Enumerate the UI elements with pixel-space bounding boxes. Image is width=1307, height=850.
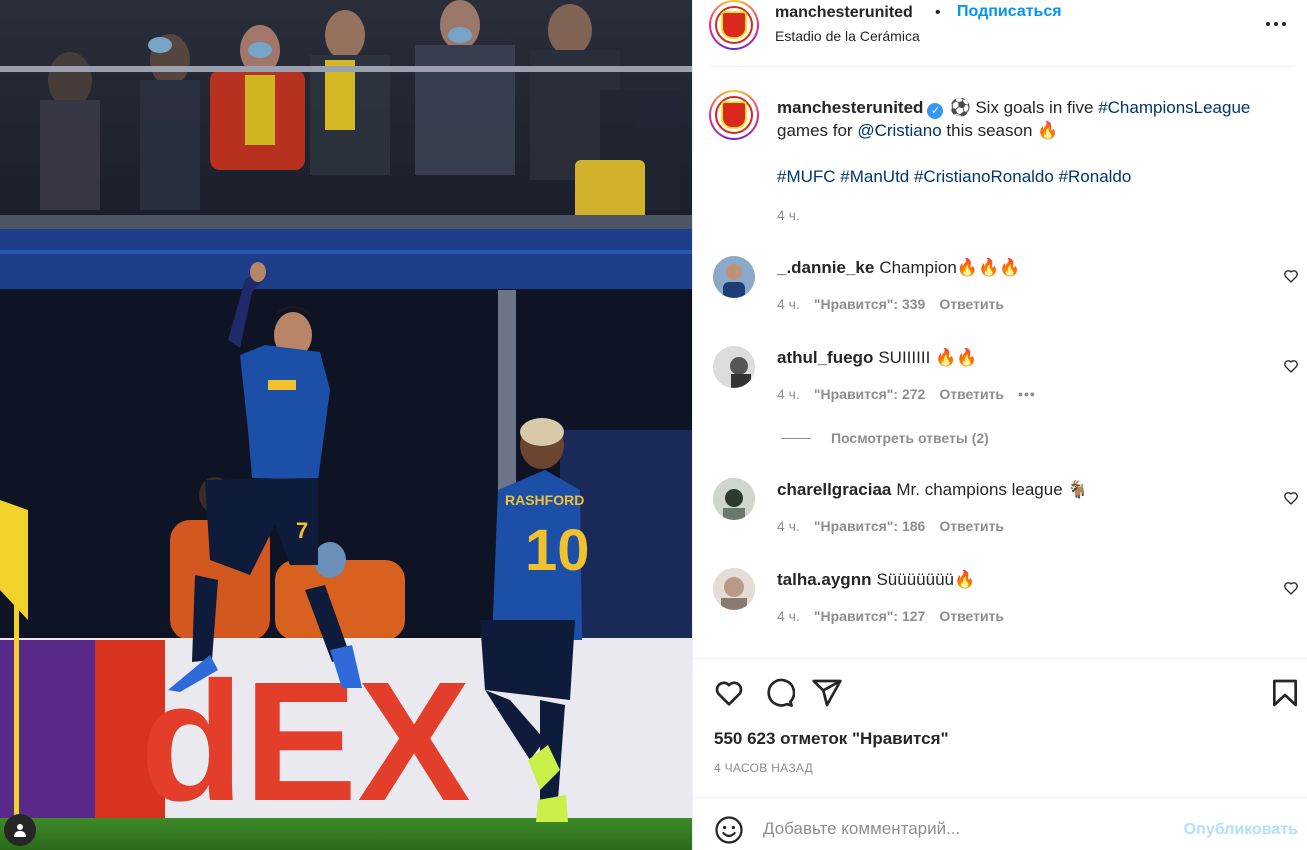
commenter-avatar[interactable]: [713, 256, 755, 298]
caption-text: manchesterunited ✓ ⚽ Six goals in five #Ch…: [777, 96, 1287, 188]
caption-text-part: games for: [777, 121, 853, 140]
location-link[interactable]: Estadio de la Cerámica: [775, 28, 920, 44]
club-crest-icon: [715, 96, 753, 134]
comment-options-button[interactable]: •••: [1018, 386, 1036, 402]
player-10-number: 10: [525, 518, 590, 583]
player-10-name: RASHFORD: [505, 492, 584, 508]
bookmark-icon[interactable]: [1269, 677, 1301, 709]
more-horizontal-icon: [1266, 22, 1286, 26]
comment-item: athul_fuego SUIIIIII 🔥🔥 4 ч. "Нравится": …: [709, 346, 1299, 406]
comment-text: Champion🔥🔥🔥: [879, 258, 1021, 277]
commenter-username[interactable]: _.dannie_ke: [777, 258, 874, 277]
hashtag-link[interactable]: #ChampionsLeague: [1098, 98, 1250, 117]
comment-time[interactable]: 4 ч.: [777, 608, 800, 624]
reply-button[interactable]: Ответить: [939, 296, 1004, 312]
comment-text: Süüüüüüü🔥: [876, 570, 976, 589]
heart-icon[interactable]: [1283, 490, 1299, 506]
likes-count[interactable]: 550 623 отметок "Нравится": [714, 729, 949, 749]
commenter-avatar[interactable]: [713, 568, 755, 610]
mention-link[interactable]: @Cristiano: [857, 121, 941, 140]
view-replies-label: Посмотреть ответы (2): [831, 430, 989, 446]
user-tag-button[interactable]: [4, 814, 36, 846]
caption-author-avatar[interactable]: [709, 90, 759, 140]
comment-bubble-icon[interactable]: [763, 677, 795, 709]
heart-icon[interactable]: [1283, 580, 1299, 596]
commenter-username[interactable]: charellgraciaa: [777, 480, 891, 499]
comment-likes[interactable]: "Нравится": 339: [814, 296, 925, 312]
caption-username[interactable]: manchesterunited: [777, 98, 923, 117]
comment-item: charellgraciaa Mr. champions league 🐐 4 ч…: [709, 478, 1299, 538]
comment-time[interactable]: 4 ч.: [777, 296, 800, 312]
emoji-icon[interactable]: [714, 815, 744, 845]
football-celebration-image: dEX 7 RASHFORD 10: [0, 0, 692, 850]
author-avatar[interactable]: [709, 0, 759, 50]
commenter-username[interactable]: athul_fuego: [777, 348, 873, 367]
verified-badge-icon: ✓: [927, 103, 944, 119]
commenter-username[interactable]: talha.aygnn: [777, 570, 871, 589]
commenter-avatar[interactable]: [713, 346, 755, 388]
comment-text: SUIIIIII 🔥🔥: [878, 348, 978, 367]
reply-button[interactable]: Ответить: [939, 386, 1004, 402]
heart-icon[interactable]: [1283, 358, 1299, 374]
separator-dot: •: [935, 4, 941, 21]
comment-likes[interactable]: "Нравится": 127: [814, 608, 925, 624]
comment-likes[interactable]: "Нравится": 272: [814, 386, 925, 402]
add-comment-bar: Опубликовать: [693, 797, 1307, 850]
commenter-avatar[interactable]: [713, 478, 755, 520]
post-header: manchesterunited • Подписаться Estadio d…: [709, 0, 1292, 67]
author-username[interactable]: manchesterunited: [775, 4, 913, 22]
post-side-panel: manchesterunited • Подписаться Estadio d…: [692, 0, 1307, 850]
hashtags-links[interactable]: #MUFC #ManUtd #CristianoRonaldo #Ronaldo: [777, 167, 1131, 186]
comment-time[interactable]: 4 ч.: [777, 386, 800, 402]
club-crest-icon: [715, 6, 753, 44]
comment-likes[interactable]: "Нравится": 186: [814, 518, 925, 534]
comment-text: Mr. champions league 🐐: [896, 480, 1089, 499]
comment-input[interactable]: [763, 812, 1163, 846]
player-7-number: 7: [296, 518, 308, 543]
like-heart-icon[interactable]: [713, 677, 745, 709]
heart-icon[interactable]: [1283, 268, 1299, 284]
publish-button[interactable]: Опубликовать: [1184, 821, 1298, 839]
more-options-button[interactable]: [1264, 14, 1288, 34]
share-paper-plane-icon[interactable]: [811, 677, 843, 709]
comment-item: _.dannie_ke Champion🔥🔥🔥 4 ч. "Нравится": …: [709, 256, 1299, 316]
post-timestamp[interactable]: 4 ЧАСОВ НАЗАД: [714, 761, 813, 775]
post-photo[interactable]: dEX 7 RASHFORD 10: [0, 0, 692, 850]
divider-line: [781, 437, 811, 439]
comment-time[interactable]: 4 ч.: [777, 518, 800, 534]
caption-text-part: this season 🔥: [946, 121, 1059, 140]
post-actions: 550 623 отметок "Нравится" 4 ЧАСОВ НАЗАД: [693, 658, 1307, 798]
comment-item: talha.aygnn Süüüüüüü🔥 4 ч. "Нравится": 12…: [709, 568, 1299, 628]
follow-button[interactable]: Подписаться: [957, 3, 1062, 21]
caption-timestamp[interactable]: 4 ч.: [777, 207, 800, 223]
caption-text-part: Six goals in five: [975, 98, 1094, 117]
person-icon: [14, 824, 26, 837]
reply-button[interactable]: Ответить: [939, 518, 1004, 534]
view-replies-button[interactable]: Посмотреть ответы (2): [781, 430, 989, 446]
reply-button[interactable]: Ответить: [939, 608, 1004, 624]
soccer-ball-emoji: ⚽: [949, 98, 971, 117]
